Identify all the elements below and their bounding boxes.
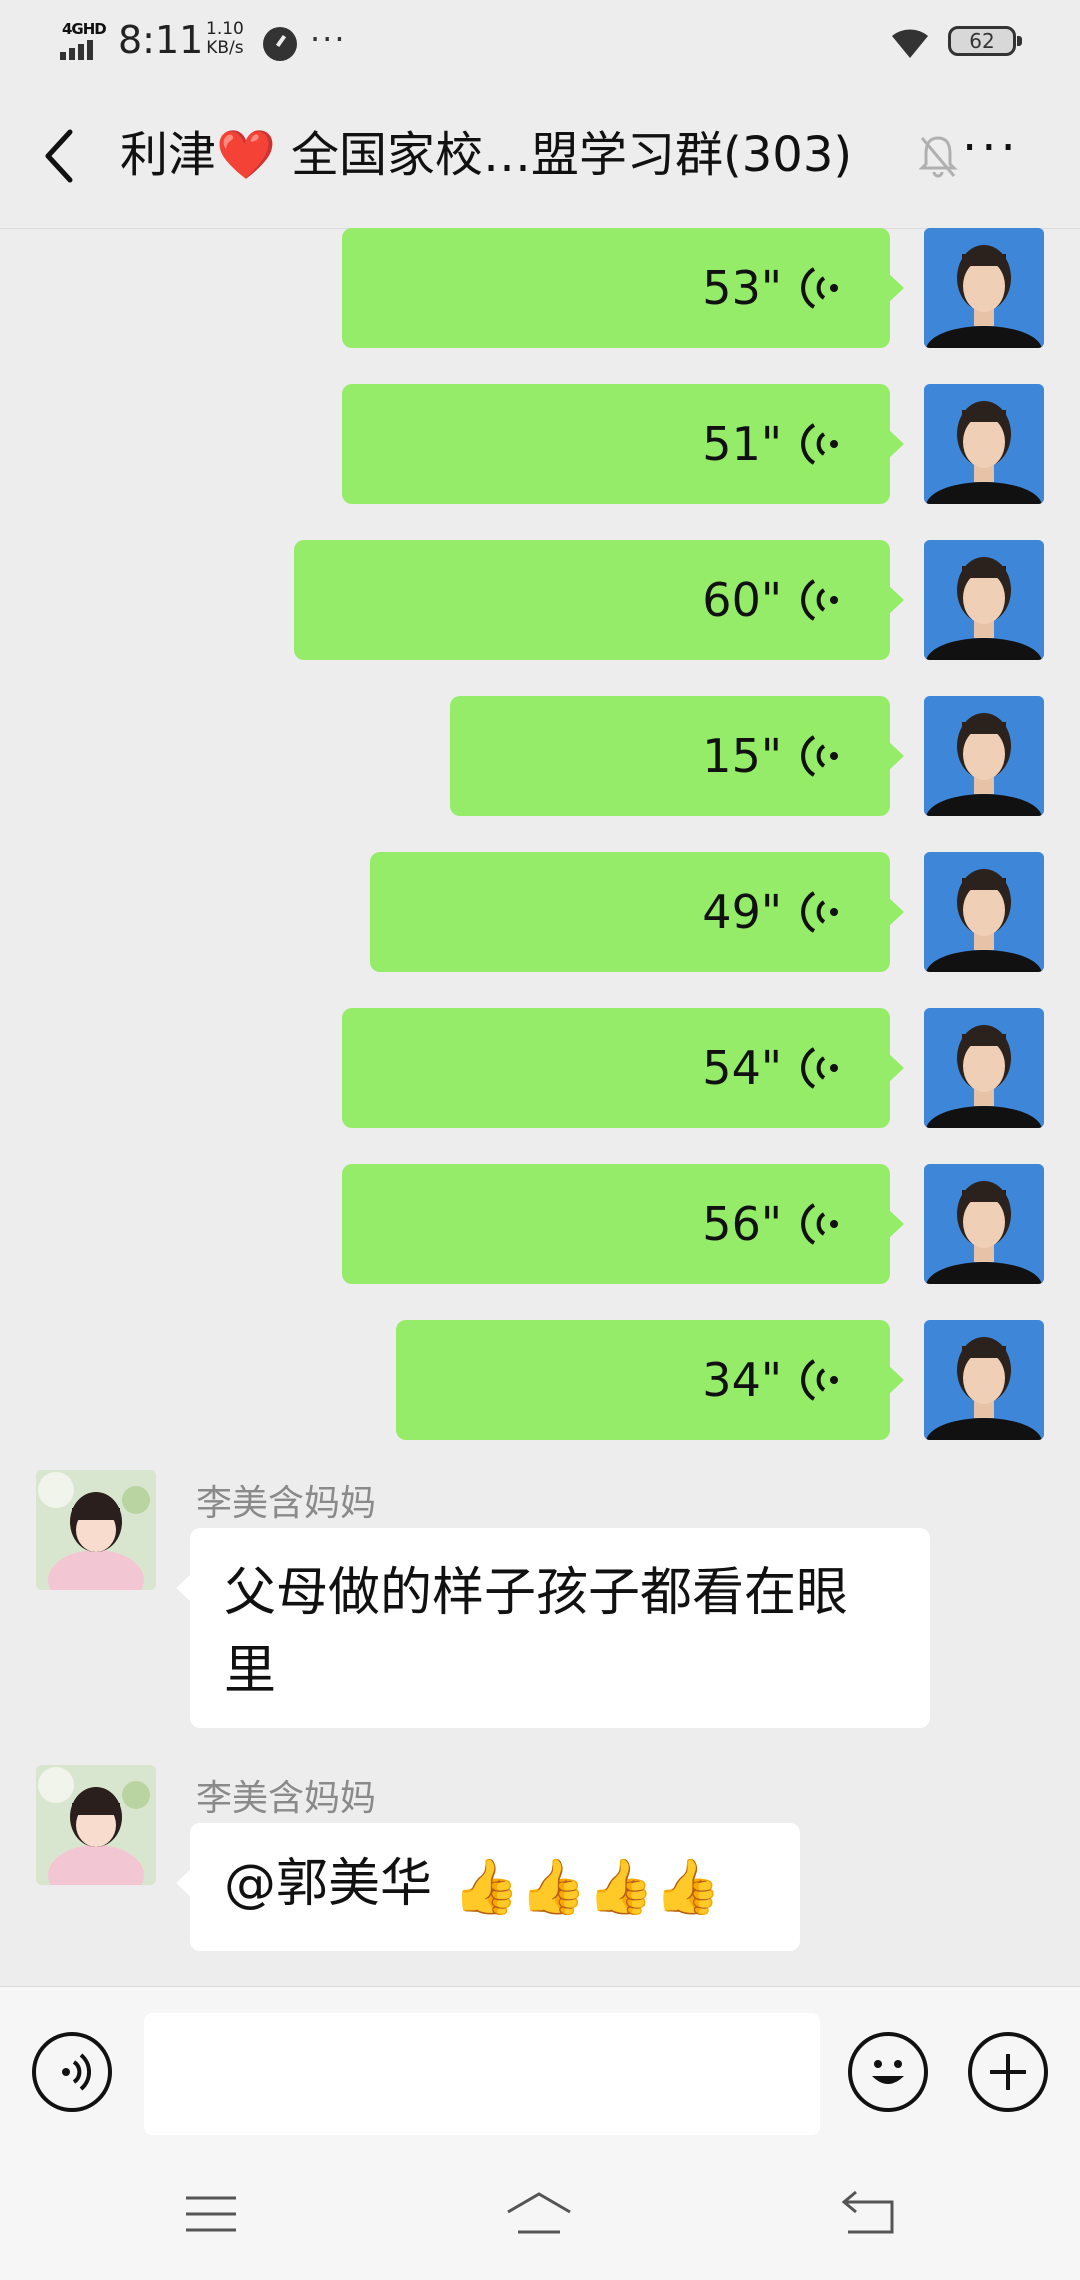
message-text: 父母做的样子孩子都看在眼里 (224, 1563, 849, 1701)
voice-wave-icon (801, 579, 838, 621)
text-message-bubble[interactable]: @郭美华 👍👍👍👍 (176, 1823, 800, 1951)
voice-wave-icon (801, 1203, 838, 1245)
chat-title: 利津❤️ 全国家校…盟学习群(303) (120, 122, 852, 188)
avatar[interactable] (924, 1164, 1044, 1284)
menu-icon[interactable] (176, 2186, 246, 2242)
voice-wave-icon (801, 1359, 838, 1401)
voice-message-bubble[interactable]: 54" (342, 1008, 904, 1128)
voice-duration: 49" (702, 885, 782, 939)
back-button[interactable] (38, 126, 82, 186)
voice-input-button[interactable] (32, 2032, 112, 2112)
avatar[interactable] (924, 1320, 1044, 1440)
text-message-bubble[interactable]: 父母做的样子孩子都看在眼里 (176, 1528, 930, 1728)
chat-header: 利津❤️ 全国家校…盟学习群(303) ··· (0, 82, 1080, 229)
voice-message-bubble[interactable]: 56" (342, 1164, 904, 1284)
bell-off-icon (918, 136, 958, 178)
system-nav-bar (0, 2146, 1080, 2280)
voice-wave-icon (801, 423, 838, 465)
voice-wave-icon (801, 1047, 838, 1089)
status-more-icon: ··· (310, 20, 347, 58)
voice-duration: 34" (702, 1353, 782, 1407)
voice-wave-icon (801, 735, 838, 777)
voice-message-bubble[interactable]: 53" (342, 228, 904, 348)
avatar[interactable] (924, 228, 1044, 348)
home-icon[interactable] (504, 2186, 574, 2242)
voice-message-bubble[interactable]: 60" (294, 540, 904, 660)
heart-icon: ❤️ (216, 127, 276, 183)
voice-duration: 56" (702, 1197, 782, 1251)
wifi-icon (892, 29, 928, 58)
speed-unit: KB/s (206, 38, 244, 58)
voice-wave-icon (801, 267, 838, 309)
voice-wave-icon (801, 891, 838, 933)
avatar[interactable] (924, 540, 1044, 660)
message-input[interactable] (144, 2013, 820, 2135)
sender-name: 李美含妈妈 (196, 1778, 377, 1819)
input-bar (0, 1986, 1080, 2147)
voice-duration: 54" (702, 1041, 782, 1095)
plus-button[interactable] (968, 2032, 1048, 2112)
plus-icon (990, 2054, 1026, 2090)
voice-message-bubble[interactable]: 34" (396, 1320, 904, 1440)
avatar[interactable] (924, 696, 1044, 816)
message-text: @郭美华 (224, 1854, 449, 1914)
avatar[interactable] (36, 1470, 156, 1590)
avatar[interactable] (924, 852, 1044, 972)
avatar[interactable] (924, 384, 1044, 504)
chat-title-suffix: 全国家校…盟学习群(303) (275, 127, 853, 183)
back-arrow-icon[interactable] (834, 2186, 904, 2242)
voice-duration: 15" (702, 729, 782, 783)
status-time: 8:11 (118, 18, 204, 62)
voice-wave-icon (62, 2053, 92, 2091)
sender-name: 李美含妈妈 (196, 1483, 377, 1524)
voice-message-bubble[interactable]: 51" (342, 384, 904, 504)
avatar[interactable] (924, 1008, 1044, 1128)
voice-message-bubble[interactable]: 49" (370, 852, 904, 972)
voice-message-bubble[interactable]: 15" (450, 696, 904, 816)
battery-indicator: 62 (948, 26, 1022, 56)
speed-value: 1.10 (206, 19, 244, 39)
avatar[interactable] (36, 1765, 156, 1885)
signal-icon: 4GHD (60, 20, 107, 60)
voice-duration: 53" (702, 261, 782, 315)
more-options-button[interactable]: ··· (962, 120, 1020, 176)
chat-title-prefix: 利津 (120, 127, 217, 183)
network-speed: 1.10 KB/s (206, 20, 244, 58)
thumbs-up-icon: 👍👍👍👍 (452, 1855, 722, 1918)
clock-icon (263, 27, 297, 61)
status-bar: 4GHD 8:11 1.10 KB/s ··· 62 (0, 0, 1080, 82)
network-type: 4GHD (62, 20, 107, 38)
voice-duration: 60" (702, 573, 782, 627)
smiley-icon (872, 2060, 904, 2084)
emoji-button[interactable] (848, 2032, 928, 2112)
voice-duration: 51" (702, 417, 782, 471)
